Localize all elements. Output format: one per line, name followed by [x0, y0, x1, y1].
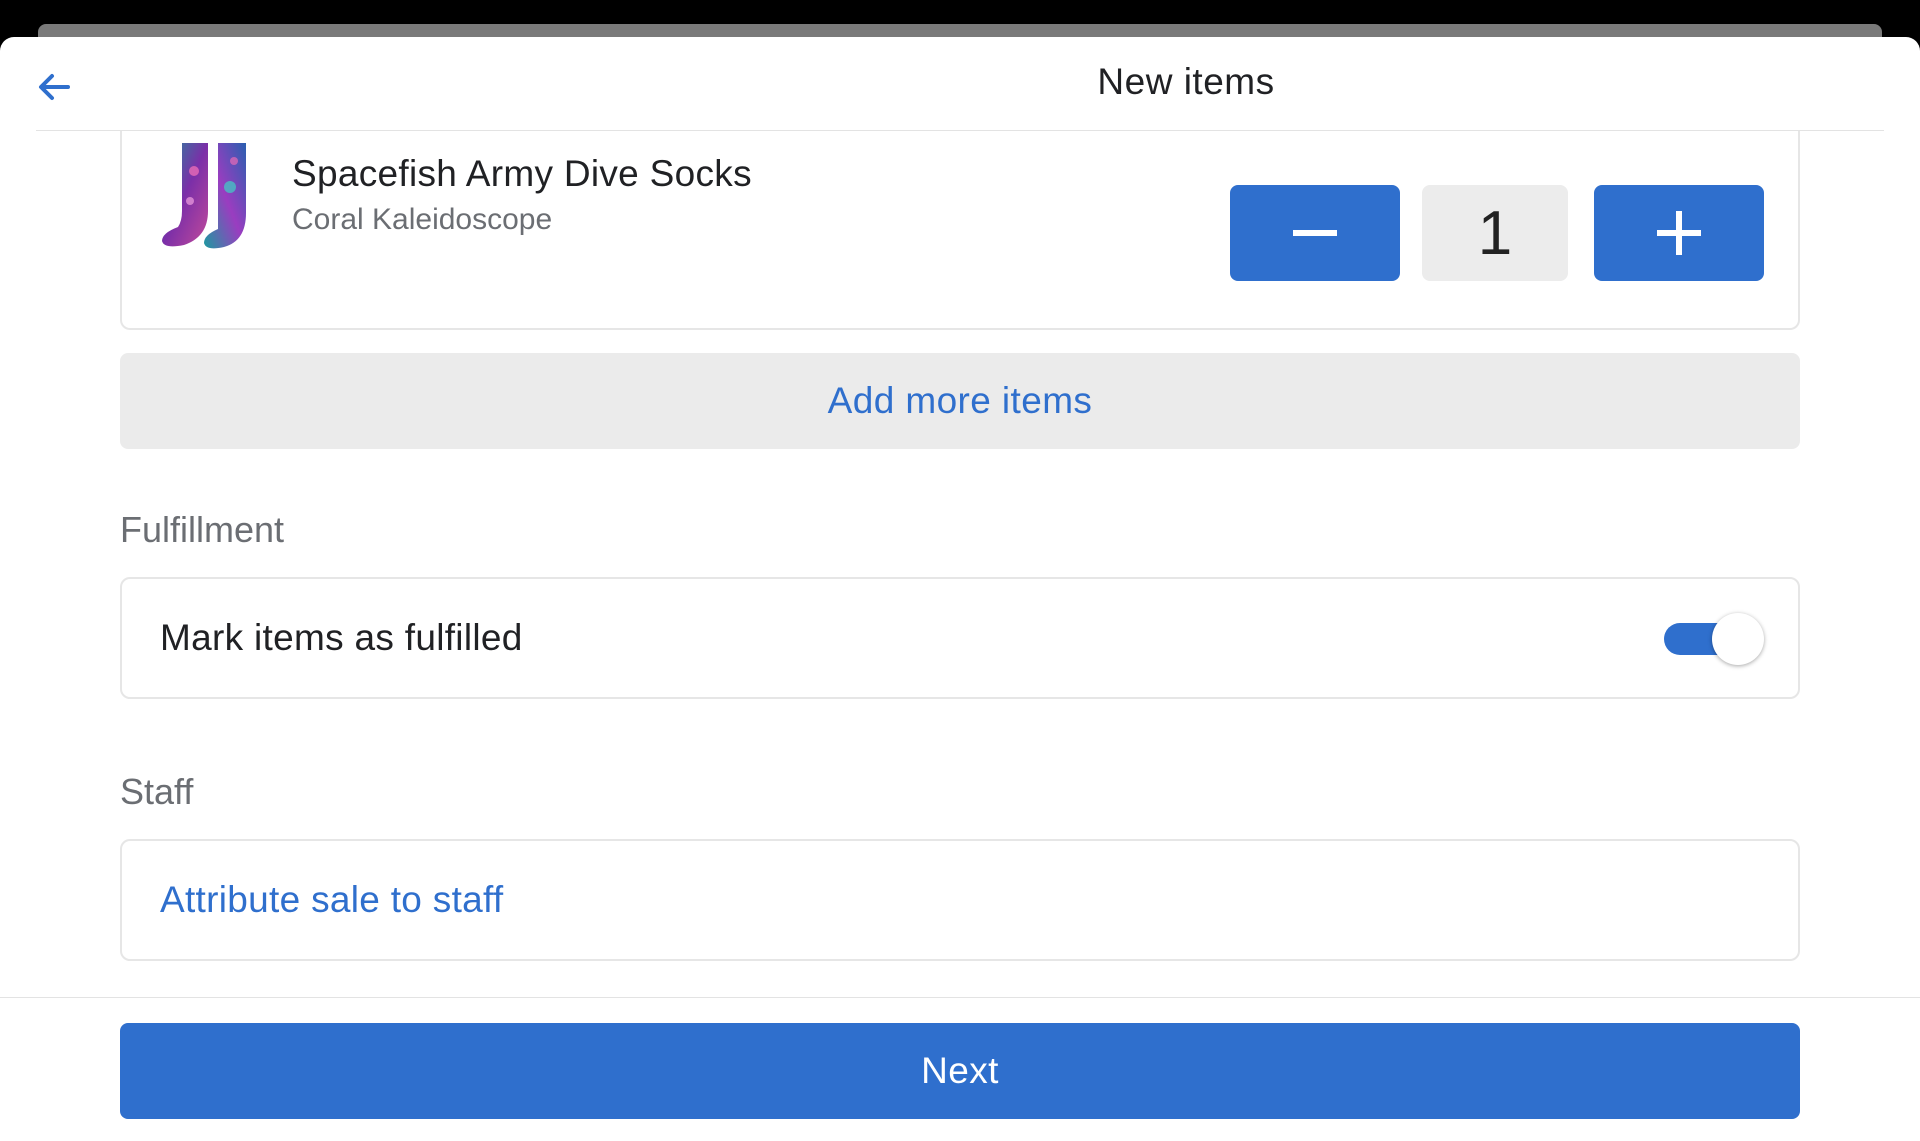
back-button[interactable] [30, 63, 78, 111]
product-thumbnail [160, 141, 264, 251]
toggle-knob [1712, 613, 1764, 665]
quantity-value[interactable]: 1 [1422, 185, 1568, 281]
next-button[interactable]: Next [120, 1023, 1800, 1119]
product-name: Spacefish Army Dive Socks [292, 153, 752, 194]
attribute-sale-to-staff-link[interactable]: Attribute sale to staff [160, 879, 504, 921]
mark-fulfilled-label: Mark items as fulfilled [160, 617, 523, 658]
increase-quantity-button[interactable] [1594, 185, 1764, 281]
product-variant: Coral Kaleidoscope [292, 203, 553, 236]
mark-fulfilled-toggle[interactable] [1660, 613, 1764, 665]
attribute-staff-card[interactable]: Attribute sale to staff [120, 839, 1800, 961]
line-item-card: Spacefish Army Dive Socks Coral Kaleidos… [120, 131, 1800, 330]
page-title: New items [1097, 61, 1275, 102]
plus-icon [1657, 211, 1701, 255]
header: New items [0, 37, 1920, 131]
footer-divider [0, 997, 1920, 998]
arrow-left-icon [39, 74, 70, 100]
staff-section-label: Staff [120, 771, 194, 812]
add-more-items-button[interactable]: Add more items [120, 353, 1800, 449]
fulfillment-card: Mark items as fulfilled [120, 577, 1800, 699]
minus-icon [1293, 230, 1337, 236]
new-items-sheet: New items Spacefish Army Dive Socks Cora… [0, 37, 1920, 1141]
decrease-quantity-button[interactable] [1230, 185, 1400, 281]
fulfillment-section-label: Fulfillment [120, 509, 285, 550]
